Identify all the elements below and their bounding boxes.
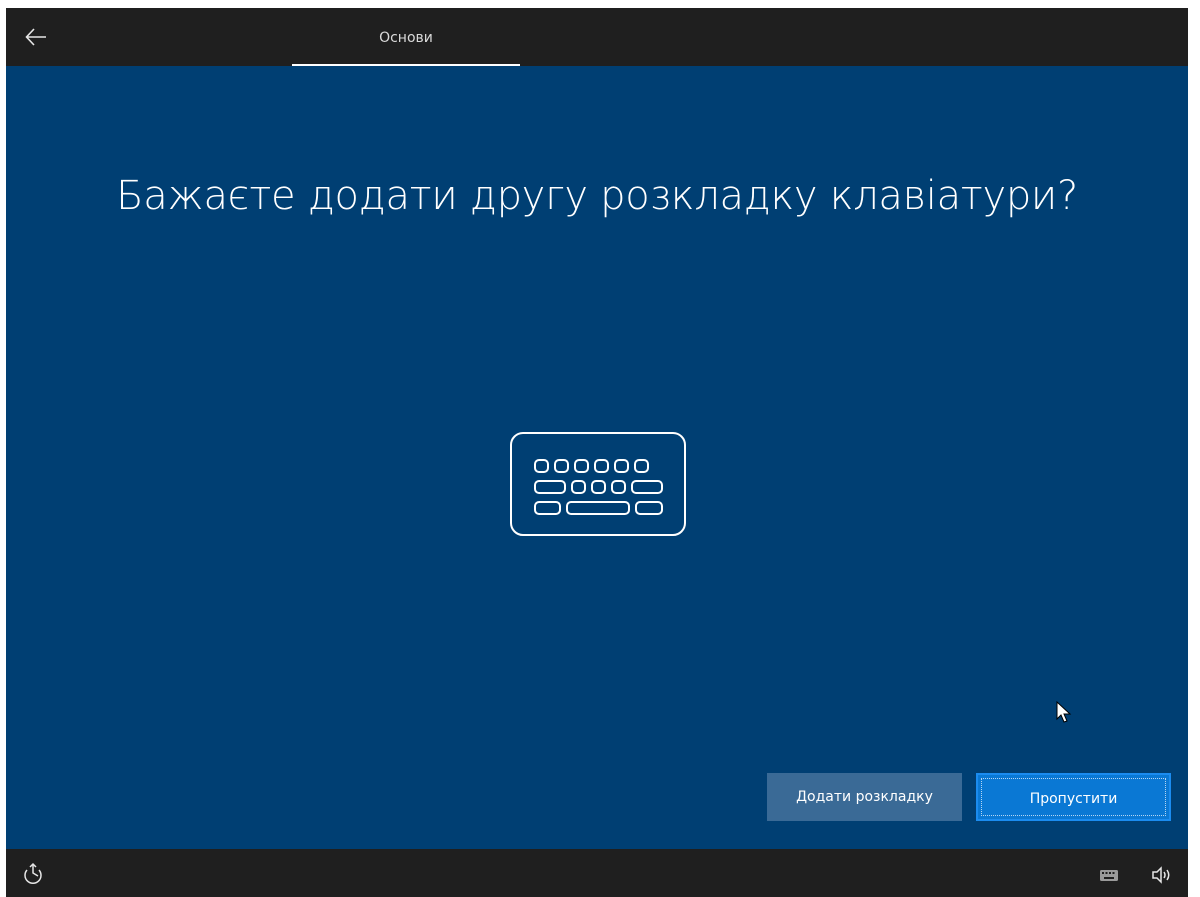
focus-outline [981, 778, 1166, 816]
tab-basics[interactable]: Основи [292, 8, 520, 66]
mouse-pointer-icon [1056, 701, 1072, 723]
top-bar: Основи [6, 8, 1188, 66]
tab-active-indicator [292, 64, 520, 66]
oobe-window: Основи Бажаєте додати другу розкладку кл… [6, 8, 1188, 897]
keyboard-icon [510, 432, 686, 536]
tab-basics-label: Основи [379, 30, 433, 46]
volume-icon[interactable] [1148, 863, 1174, 887]
skip-button[interactable]: Пропустити [976, 773, 1171, 821]
page-title: Бажаєте додати другу розкладку клавіатур… [116, 173, 1078, 219]
add-layout-button[interactable]: Додати розкладку [767, 773, 962, 821]
back-arrow-icon [25, 28, 46, 46]
back-button[interactable] [16, 20, 56, 54]
keyboard-layout-icon[interactable] [1096, 865, 1122, 885]
bottom-bar [6, 849, 1188, 897]
ease-of-access-icon[interactable] [20, 861, 46, 887]
